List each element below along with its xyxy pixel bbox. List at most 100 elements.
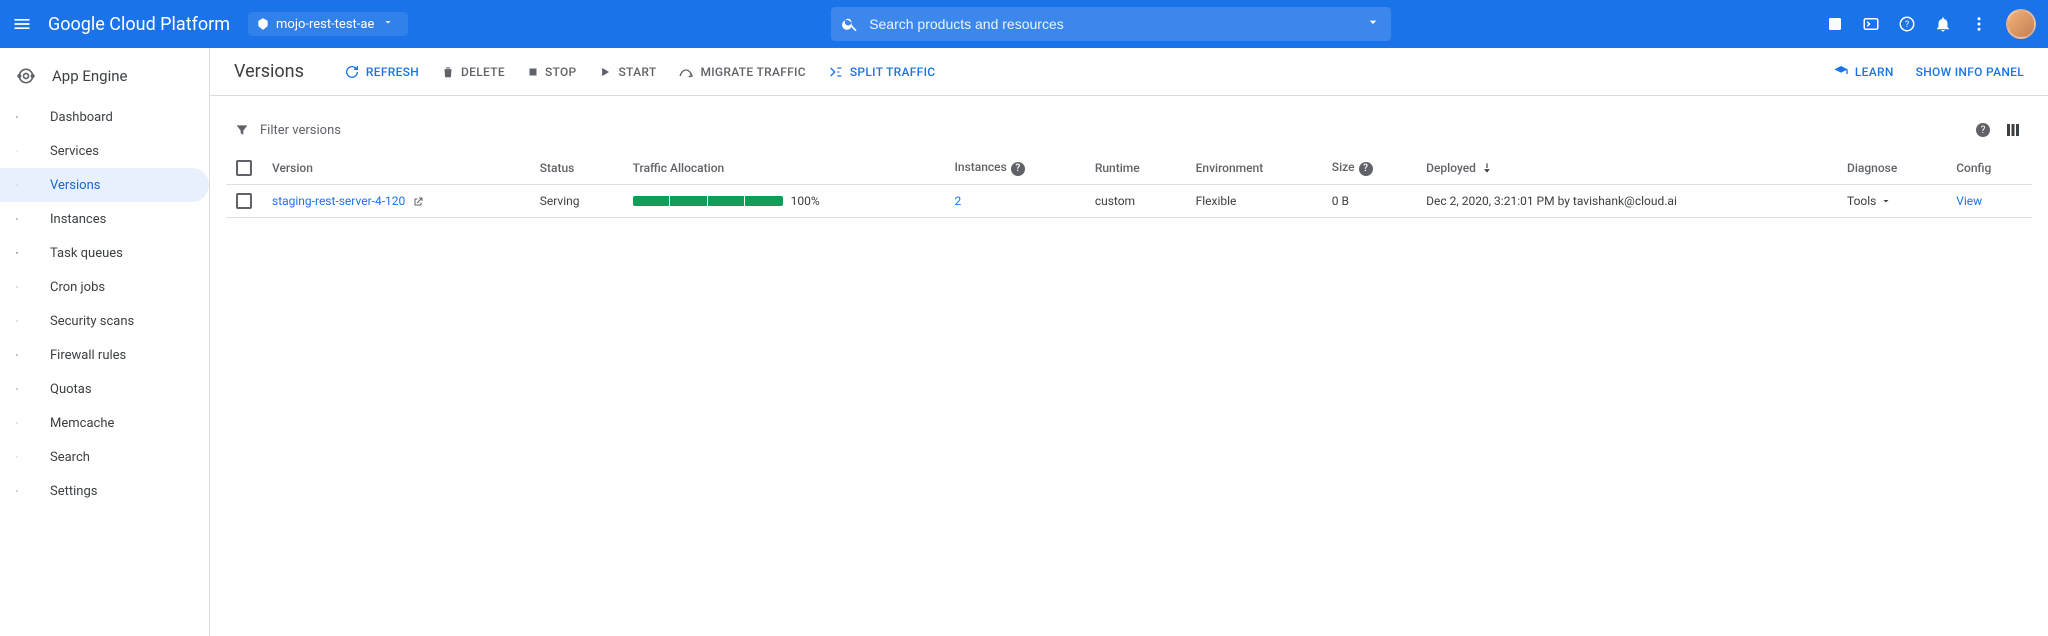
header-utility-icons: ? <box>1826 9 2036 39</box>
table-row: staging-rest-server-4-120 Serving 100% <box>226 185 2032 218</box>
app-engine-icon <box>16 66 36 86</box>
trash-icon <box>441 65 455 79</box>
services-icon <box>16 142 34 160</box>
sidebar-product-row: App Engine <box>0 52 209 100</box>
sidebar-item-label: Services <box>50 144 99 159</box>
col-runtime[interactable]: Runtime <box>1085 152 1186 185</box>
project-name: mojo-rest-test-ae <box>276 17 374 32</box>
version-link[interactable]: staging-rest-server-4-120 <box>272 194 405 208</box>
shield-icon <box>16 312 34 330</box>
sidebar-item-settings[interactable]: Settings <box>0 474 209 508</box>
col-config[interactable]: Config <box>1946 152 2032 185</box>
help-icon[interactable]: ? <box>1972 123 1990 137</box>
traffic-pct: 100% <box>791 194 820 208</box>
refresh-button[interactable]: REFRESH <box>344 64 419 80</box>
config-link[interactable]: View <box>1956 194 1982 208</box>
sidebar-item-versions[interactable]: Versions <box>0 168 209 202</box>
cell-size: 0 B <box>1322 185 1416 218</box>
sidebar-item-instances[interactable]: Instances <box>0 202 209 236</box>
hamburger-icon[interactable] <box>12 14 32 34</box>
avatar[interactable] <box>2006 9 2036 39</box>
columns-icon[interactable] <box>2004 121 2032 139</box>
cloud-shell-icon[interactable] <box>1862 15 1880 33</box>
hexagon-icon <box>256 17 270 31</box>
migrate-button[interactable]: MIGRATE TRAFFIC <box>678 64 805 80</box>
cell-traffic: 100% <box>633 194 935 208</box>
sidebar-item-services[interactable]: Services <box>0 134 209 168</box>
sidebar-item-task-queues[interactable]: Task queues <box>0 236 209 270</box>
col-instances[interactable]: Instances? <box>945 152 1085 185</box>
sidebar-item-quotas[interactable]: Quotas <box>0 372 209 406</box>
col-diagnose[interactable]: Diagnose <box>1837 152 1946 185</box>
instances-link[interactable]: 2 <box>955 194 962 208</box>
sidebar-item-label: Quotas <box>50 382 92 397</box>
project-selector[interactable]: mojo-rest-test-ae <box>248 12 408 36</box>
sidebar-item-search[interactable]: Search <box>0 440 209 474</box>
sidebar-item-label: Security scans <box>50 314 134 329</box>
top-header: Google Cloud Platform mojo-rest-test-ae … <box>0 0 2048 48</box>
help-icon[interactable]: ? <box>1011 162 1025 176</box>
migrate-icon <box>678 64 694 80</box>
table-header-row: Version Status Traffic Allocation Instan… <box>226 152 2032 185</box>
col-version[interactable]: Version <box>262 152 530 185</box>
select-all-checkbox[interactable] <box>236 160 252 176</box>
task-queues-icon <box>16 244 34 262</box>
delete-button[interactable]: DELETE <box>441 65 505 79</box>
main-content: Versions REFRESH DELETE STOP START MIGRA… <box>210 48 2048 636</box>
free-trial-icon[interactable] <box>1826 15 1844 33</box>
sidebar-item-memcache[interactable]: Memcache <box>0 406 209 440</box>
sidebar-item-label: Dashboard <box>50 110 113 125</box>
cell-status: Serving <box>530 185 623 218</box>
start-button[interactable]: START <box>598 65 656 79</box>
col-environment[interactable]: Environment <box>1186 152 1322 185</box>
sidebar-item-label: Cron jobs <box>50 280 105 295</box>
search-input[interactable] <box>869 16 1365 32</box>
search-icon <box>841 15 859 33</box>
notifications-icon[interactable] <box>1934 15 1952 33</box>
chevron-down-icon[interactable] <box>1365 14 1381 34</box>
col-status[interactable]: Status <box>530 152 623 185</box>
sidebar-item-cron[interactable]: Cron jobs <box>0 270 209 304</box>
toolbar: Versions REFRESH DELETE STOP START MIGRA… <box>210 48 2048 96</box>
dashboard-icon <box>16 108 34 126</box>
filter-placeholder: Filter versions <box>260 123 341 138</box>
search-icon <box>16 448 34 466</box>
filter-icon <box>234 122 250 138</box>
sidebar-item-label: Settings <box>50 484 97 499</box>
sidebar-item-label: Firewall rules <box>50 348 126 363</box>
stop-button[interactable]: STOP <box>527 65 577 79</box>
help-icon[interactable]: ? <box>1898 15 1916 33</box>
learn-button[interactable]: LEARN <box>1833 64 1894 80</box>
col-size[interactable]: Size? <box>1322 152 1416 185</box>
sidebar-item-dashboard[interactable]: Dashboard <box>0 100 209 134</box>
page-title: Versions <box>234 61 304 82</box>
diagnose-menu[interactable]: Tools <box>1847 194 1936 208</box>
play-icon <box>598 65 612 79</box>
split-button[interactable]: SPLIT TRAFFIC <box>828 64 936 80</box>
more-icon[interactable] <box>1970 15 1988 33</box>
col-traffic[interactable]: Traffic Allocation <box>623 152 945 185</box>
sort-desc-icon <box>1480 161 1494 175</box>
svg-text:?: ? <box>1905 20 1909 30</box>
memcache-icon <box>16 414 34 432</box>
sidebar-item-label: Versions <box>50 178 100 193</box>
quotas-icon <box>16 380 34 398</box>
sidebar: App Engine Dashboard Services Versions I… <box>0 48 210 636</box>
cell-environment: Flexible <box>1186 185 1322 218</box>
sidebar-item-label: Memcache <box>50 416 114 431</box>
product-name: Google Cloud Platform <box>48 14 230 35</box>
search-bar[interactable] <box>831 7 1391 41</box>
row-checkbox[interactable] <box>236 193 252 209</box>
external-link-icon[interactable] <box>412 196 424 208</box>
cell-runtime: custom <box>1085 185 1186 218</box>
sidebar-item-security[interactable]: Security scans <box>0 304 209 338</box>
sidebar-item-label: Search <box>50 450 90 465</box>
help-icon[interactable]: ? <box>1359 162 1373 176</box>
versions-table: Version Status Traffic Allocation Instan… <box>226 152 2032 218</box>
col-deployed[interactable]: Deployed <box>1416 152 1837 185</box>
sidebar-item-firewall[interactable]: Firewall rules <box>0 338 209 372</box>
info-panel-button[interactable]: SHOW INFO PANEL <box>1916 65 2024 79</box>
filter-row[interactable]: Filter versions ? <box>226 112 2032 148</box>
firewall-icon <box>16 346 34 364</box>
versions-icon <box>16 176 34 194</box>
